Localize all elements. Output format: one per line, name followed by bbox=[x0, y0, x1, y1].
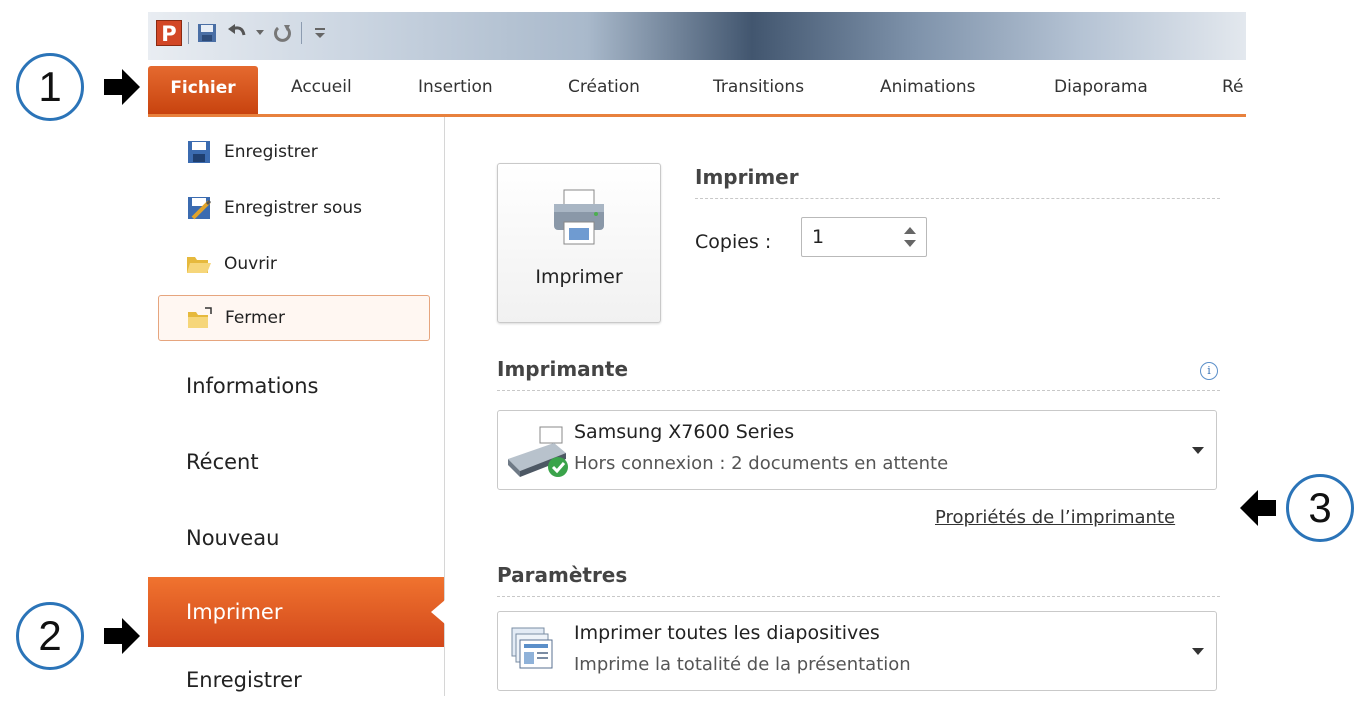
tab-diaporama[interactable]: Diaporama bbox=[1054, 72, 1148, 102]
slides-icon bbox=[510, 626, 556, 680]
ribbon-tab-bar: Fichier Accueil Insertion Création Trans… bbox=[148, 60, 1246, 117]
copies-label: Copies : bbox=[695, 231, 772, 253]
close-folder-icon bbox=[187, 305, 213, 331]
printer-status: Hors connexion : 2 documents en attente bbox=[574, 453, 949, 474]
section-divider bbox=[497, 596, 1220, 597]
annotation-step-1: 1 bbox=[16, 53, 84, 121]
open-command[interactable]: Ouvrir bbox=[158, 241, 430, 287]
print-range-title: Imprimer toutes les diapositives bbox=[574, 622, 880, 644]
arrow-right-icon bbox=[104, 69, 140, 105]
tab-accueil[interactable]: Accueil bbox=[291, 72, 352, 102]
printer-properties-link[interactable]: Propriétés de l’imprimante bbox=[935, 507, 1175, 528]
save-as-label: Enregistrer sous bbox=[224, 198, 362, 218]
nav-recent[interactable]: Récent bbox=[148, 427, 444, 497]
tab-revision[interactable]: Ré bbox=[1222, 72, 1244, 102]
nav-nouveau[interactable]: Nouveau bbox=[148, 503, 444, 573]
printer-section-title: Imprimante bbox=[497, 357, 629, 381]
info-icon[interactable]: i bbox=[1200, 362, 1218, 380]
printer-icon bbox=[552, 188, 606, 250]
toolbar-separator bbox=[301, 22, 302, 44]
save-command[interactable]: Enregistrer bbox=[158, 129, 430, 175]
nav-informations[interactable]: Informations bbox=[148, 351, 444, 421]
copies-spinner[interactable]: 1 bbox=[801, 217, 927, 257]
chevron-down-icon bbox=[1192, 447, 1204, 454]
arrow-left-icon bbox=[1240, 490, 1276, 526]
printer-name: Samsung X7600 Series bbox=[574, 421, 795, 443]
arrow-right-icon bbox=[104, 618, 140, 654]
print-button-label: Imprimer bbox=[535, 266, 623, 288]
tab-animations[interactable]: Animations bbox=[880, 72, 976, 102]
save-icon bbox=[186, 139, 212, 165]
redo-icon[interactable] bbox=[271, 21, 295, 45]
quick-access-toolbar: P bbox=[156, 18, 332, 48]
printer-status-icon bbox=[504, 423, 572, 489]
print-section-title: Imprimer bbox=[695, 165, 799, 189]
save-as-command[interactable]: Enregistrer sous bbox=[158, 185, 430, 231]
annotation-step-3: 3 bbox=[1286, 474, 1354, 542]
spin-down-icon[interactable] bbox=[904, 240, 916, 247]
copies-value: 1 bbox=[812, 226, 825, 248]
open-label: Ouvrir bbox=[224, 254, 277, 274]
print-range-dropdown[interactable]: Imprimer toutes les diapositives Imprime… bbox=[497, 611, 1217, 691]
customize-icon[interactable] bbox=[308, 21, 332, 45]
nav-enregistrer[interactable]: Enregistrer bbox=[148, 645, 444, 715]
print-range-description: Imprime la totalité de la présentation bbox=[574, 654, 911, 675]
section-divider bbox=[497, 390, 1220, 391]
save-icon[interactable] bbox=[195, 21, 219, 45]
settings-section-title: Paramètres bbox=[497, 563, 628, 587]
spin-up-icon[interactable] bbox=[904, 227, 916, 234]
print-panel: Imprimer Imprimer Copies : 1 Imprimante … bbox=[445, 117, 1245, 696]
save-label: Enregistrer bbox=[224, 142, 318, 162]
tab-creation[interactable]: Création bbox=[568, 72, 640, 102]
save-as-icon bbox=[186, 195, 212, 221]
print-button[interactable]: Imprimer bbox=[497, 163, 661, 323]
section-divider bbox=[695, 198, 1220, 199]
tab-fichier[interactable]: Fichier bbox=[148, 66, 258, 114]
title-bar: P bbox=[148, 12, 1246, 60]
nav-imprimer[interactable]: Imprimer bbox=[148, 577, 445, 647]
printer-dropdown[interactable]: Samsung X7600 Series Hors connexion : 2 … bbox=[497, 410, 1217, 490]
undo-dropdown-icon[interactable] bbox=[255, 21, 265, 45]
tab-insertion[interactable]: Insertion bbox=[418, 72, 493, 102]
close-command[interactable]: Fermer bbox=[158, 295, 430, 341]
open-folder-icon bbox=[186, 251, 212, 277]
toolbar-separator bbox=[188, 22, 189, 44]
tab-transitions[interactable]: Transitions bbox=[713, 72, 804, 102]
undo-icon[interactable] bbox=[225, 21, 249, 45]
powerpoint-icon[interactable]: P bbox=[156, 20, 182, 46]
backstage-nav: Enregistrer Enregistrer sous Ouvrir Ferm… bbox=[148, 117, 445, 696]
chevron-down-icon bbox=[1192, 648, 1204, 655]
annotation-step-2: 2 bbox=[16, 602, 84, 670]
close-label: Fermer bbox=[225, 308, 286, 328]
